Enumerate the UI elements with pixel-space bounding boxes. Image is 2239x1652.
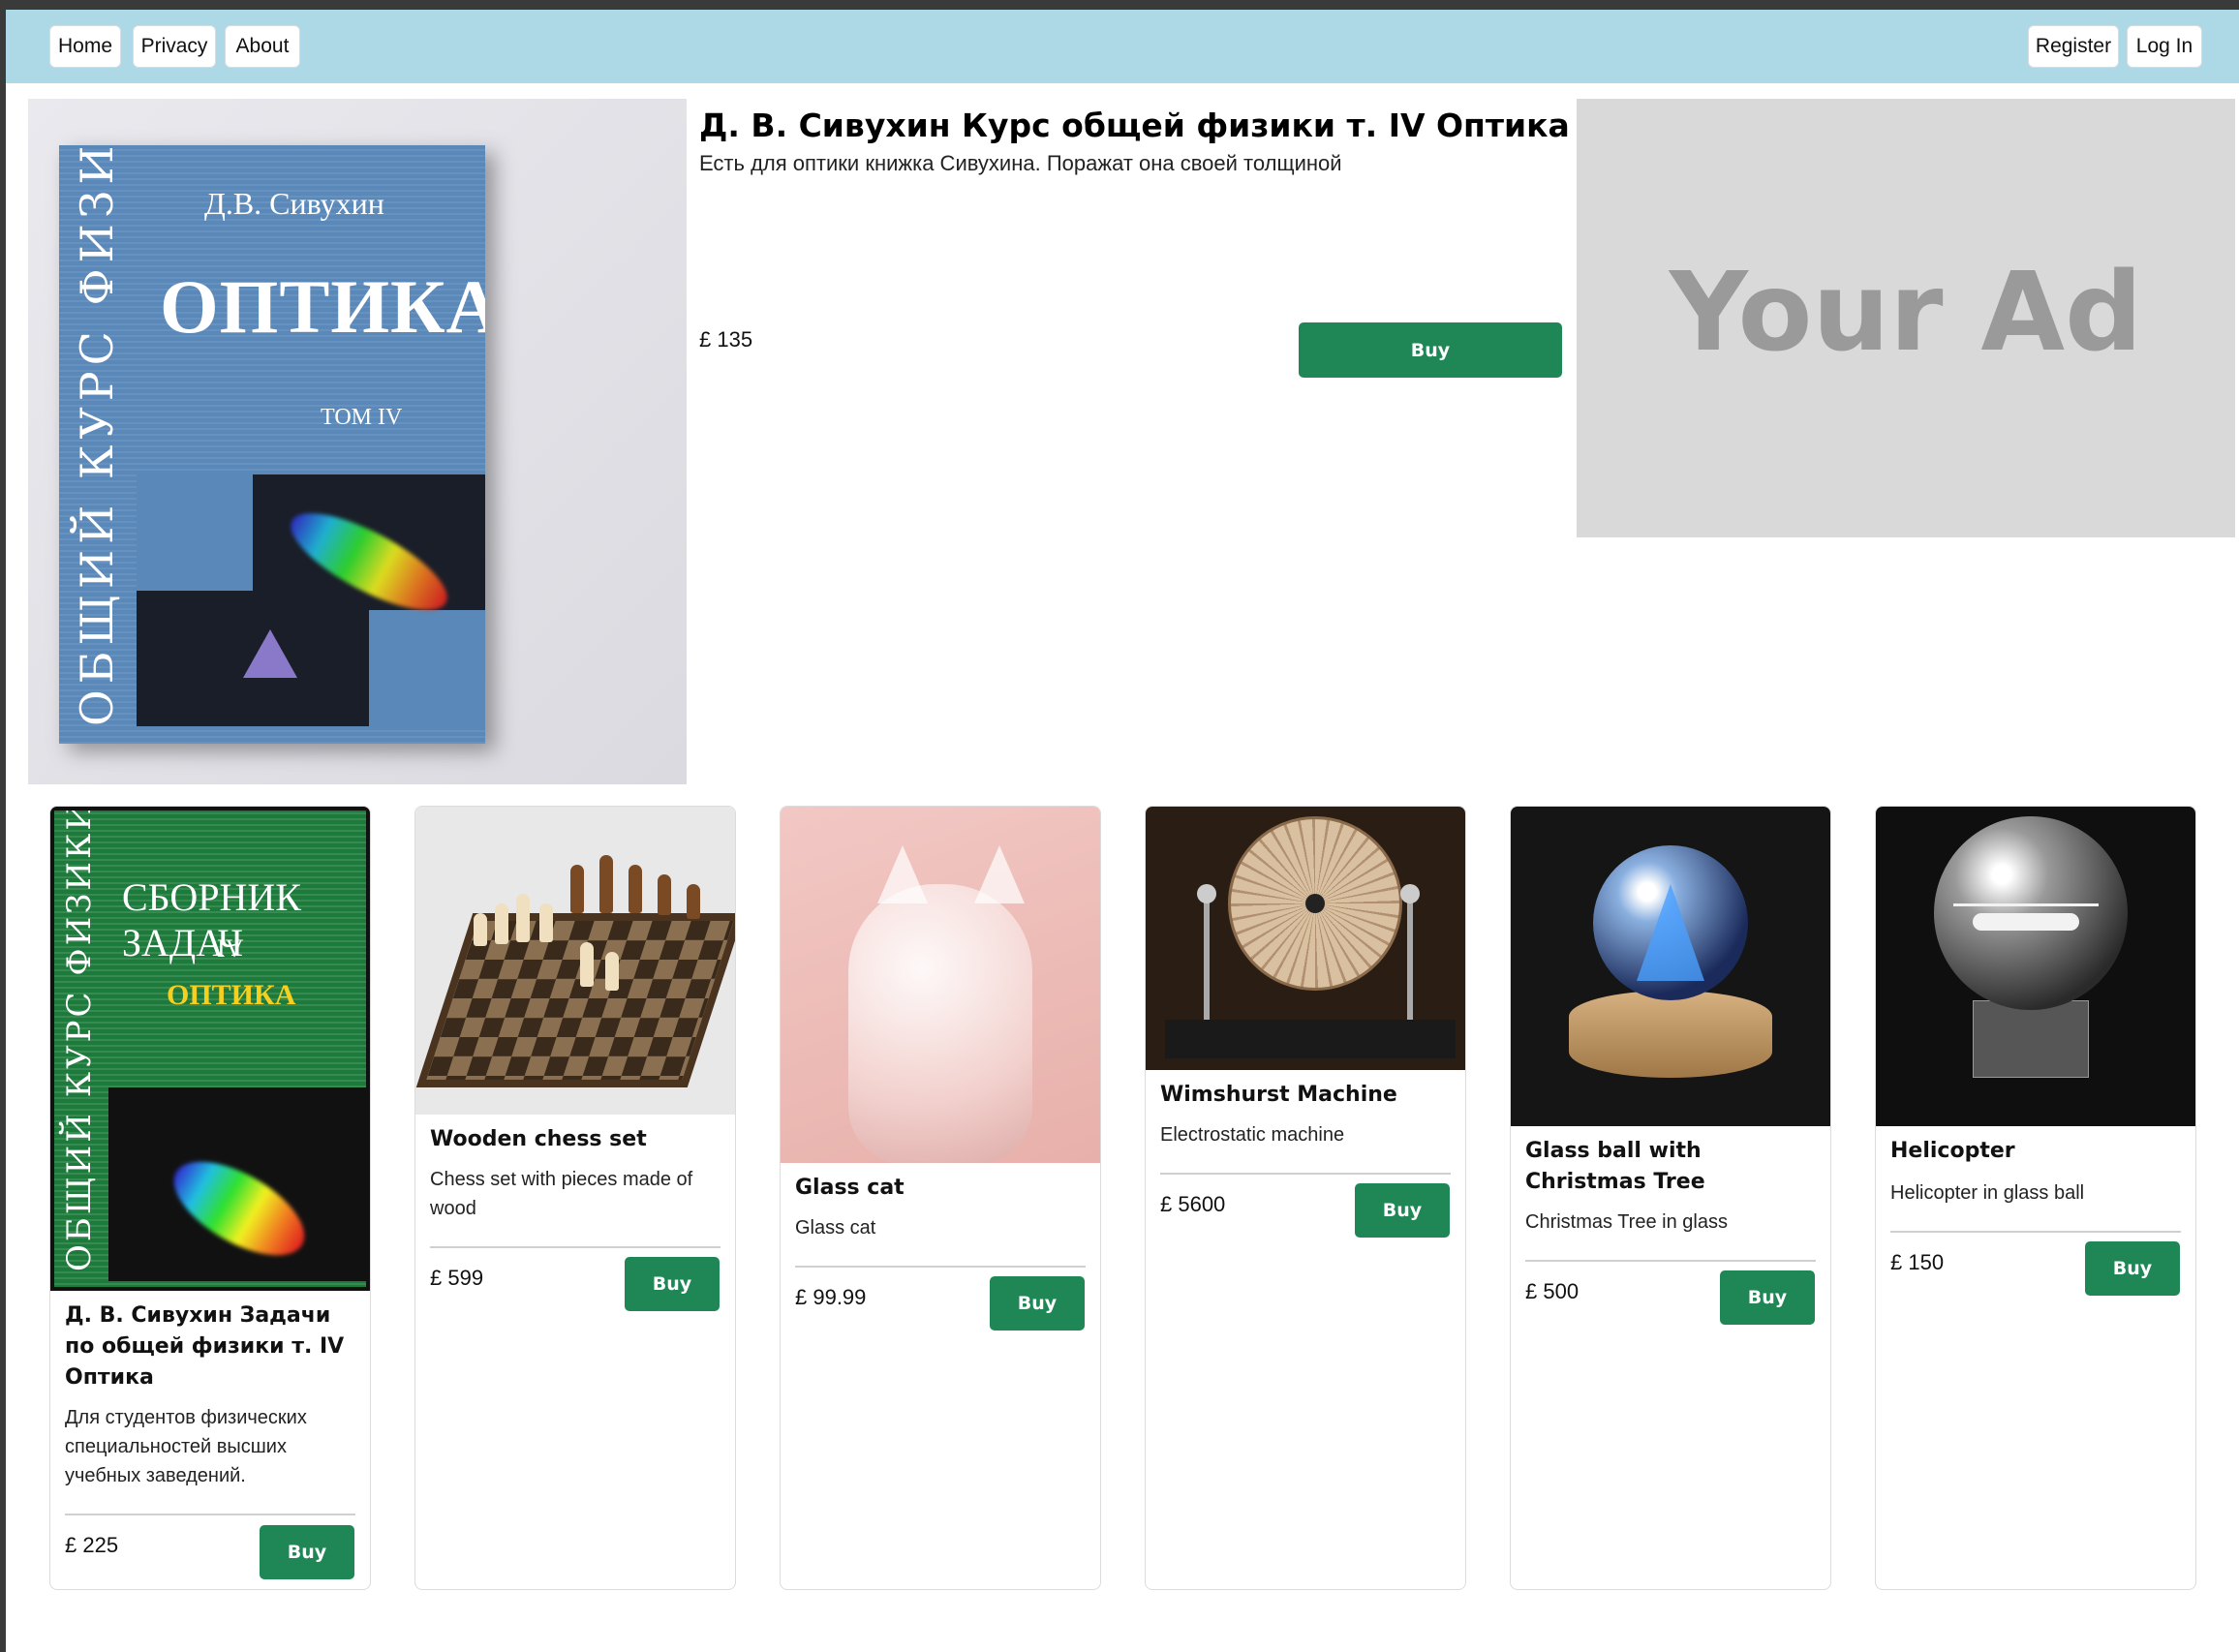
product-card[interactable]: Wooden chess set Chess set with pieces m… [414,806,736,1590]
product-price: £ 150 [1890,1250,1945,1274]
product-description: Chess set with pieces made of wood [430,1169,693,1219]
product-description: Glass cat [795,1217,876,1239]
buy-button[interactable]: Buy [625,1257,720,1311]
window-frame-left [0,0,6,1652]
product-card[interactable]: Helicopter Helicopter in glass ball £ 15… [1875,806,2196,1590]
divider [1160,1173,1451,1175]
divider [430,1246,721,1248]
cover-spine-text: ОБЩИЙ КУРС ФИЗИКИ [71,145,123,726]
divider [1890,1231,2181,1233]
navbar: Home Privacy About Register Log In [6,10,2239,83]
product-name[interactable]: Glass cat [795,1173,1086,1204]
nav-login-link[interactable]: Log In [2127,25,2202,68]
product-image-wimshurst-machine[interactable] [1146,807,1465,1070]
featured-price: £ 135 [699,327,753,352]
product-description: Christmas Tree in glass [1525,1211,1728,1233]
product-description: Helicopter in glass ball [1890,1182,2085,1204]
product-price: £ 99.99 [795,1285,867,1309]
featured-buy-button[interactable]: Buy [1299,322,1562,378]
buy-button[interactable]: Buy [990,1276,1085,1331]
product-name[interactable]: Helicopter [1890,1136,2181,1167]
product-price: £ 5600 [1160,1192,1226,1216]
buy-button[interactable]: Buy [1720,1270,1815,1325]
product-card[interactable]: Wimshurst Machine Electrostatic machine … [1145,806,1466,1590]
nav-home-link[interactable]: Home [49,25,121,68]
product-card[interactable]: Glass ball with Christmas Tree Christmas… [1510,806,1831,1590]
featured-title: Д. В. Сивухин Курс общей физики т. IV Оп… [699,107,1570,144]
nav-privacy-link[interactable]: Privacy [133,25,216,68]
product-price: £ 225 [65,1533,119,1557]
book-cover-optics: ОБЩИЙ КУРС ФИЗИКИ Д.В. Сивухин ОПТИКА ТО… [59,145,485,744]
buy-button[interactable]: Buy [2085,1241,2180,1296]
product-description: Electrostatic machine [1160,1124,1345,1146]
product-price: £ 500 [1525,1279,1580,1303]
ad-text: Your Ad [1669,249,2143,376]
buy-button[interactable]: Buy [1355,1183,1450,1238]
divider [795,1266,1086,1268]
product-image-chess-set[interactable] [415,807,735,1115]
cover-title: ОПТИКА [160,264,485,349]
product-name[interactable]: Wimshurst Machine [1160,1080,1451,1111]
window-frame-top [0,0,2239,10]
product-card[interactable]: Glass cat Glass cat £ 99.99 Buy [780,806,1101,1590]
cover-volume: ТОМ IV [321,405,403,430]
product-image-problem-book[interactable]: ОБЩИЙ КУРС ФИЗИКИ СБОРНИК ЗАДАЧ IV ОПТИК… [50,807,370,1291]
product-name[interactable]: Glass ball with Christmas Tree [1525,1136,1816,1198]
nav-register-link[interactable]: Register [2028,25,2119,68]
product-price: £ 599 [430,1266,484,1290]
product-image-glass-cat[interactable] [781,807,1100,1163]
divider [1525,1260,1816,1262]
divider [65,1514,355,1515]
buy-button[interactable]: Buy [260,1525,354,1579]
product-description: Для студентов физических специальностей … [65,1407,307,1486]
product-image-helicopter-glass-ball[interactable] [1876,807,2195,1126]
product-name[interactable]: Д. В. Сивухин Задачи по общей физики т. … [65,1300,355,1393]
featured-product-image[interactable]: ОБЩИЙ КУРС ФИЗИКИ Д.В. Сивухин ОПТИКА ТО… [28,99,687,784]
product-image-glass-ball-christmas-tree[interactable] [1511,807,1830,1126]
nav-about-link[interactable]: About [225,25,300,68]
product-name[interactable]: Wooden chess set [430,1124,721,1155]
product-card[interactable]: ОБЩИЙ КУРС ФИЗИКИ СБОРНИК ЗАДАЧ IV ОПТИК… [49,806,371,1590]
ad-banner[interactable]: Your Ad [1577,99,2235,537]
featured-description: Есть для оптики книжка Сивухина. Поражат… [699,151,1342,175]
cover-author: Д.В. Сивухин [204,186,384,221]
